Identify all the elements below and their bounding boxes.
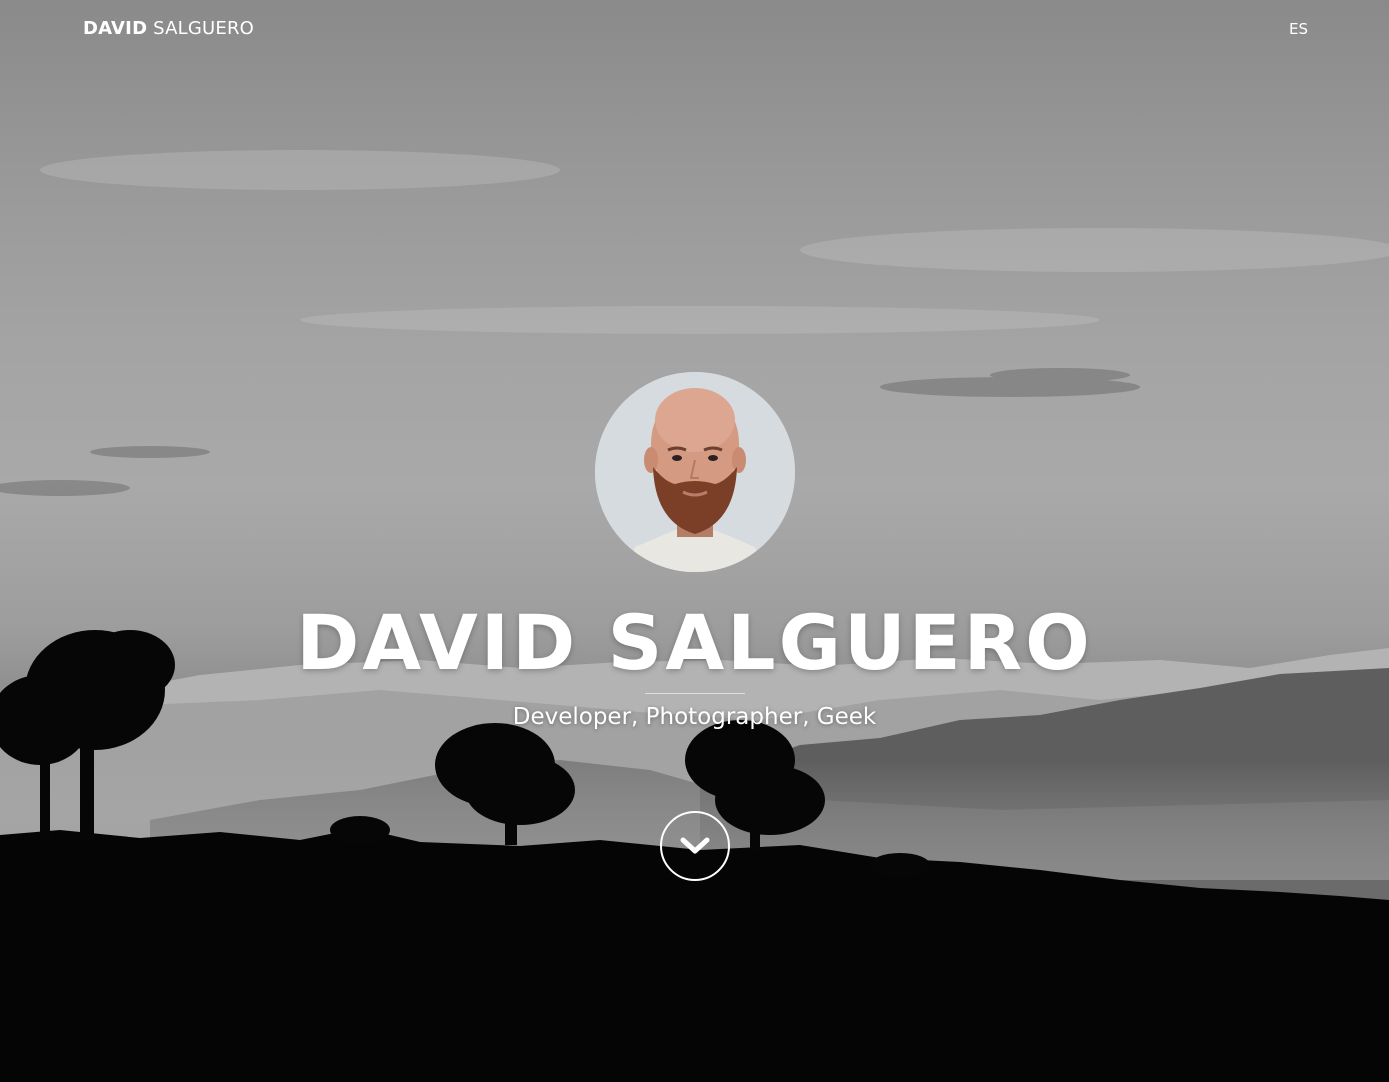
hero-page: DAVID SALGUERO ES DAVID SALGUERO Develop… xyxy=(0,0,1389,1082)
clouds xyxy=(0,368,1140,496)
hero-subtitle: Developer, Photographer, Geek xyxy=(512,704,877,730)
navbar: DAVID SALGUERO ES xyxy=(0,0,1389,58)
language-switch-link[interactable]: ES xyxy=(1289,19,1308,39)
title-divider xyxy=(645,693,745,694)
brand-link[interactable]: DAVID SALGUERO xyxy=(83,18,254,40)
brand-first-name: DAVID xyxy=(83,18,148,39)
hero-title: DAVID SALGUERO xyxy=(296,598,1093,687)
profile-photo-icon xyxy=(595,372,795,572)
profile-avatar xyxy=(595,372,795,572)
chevron-down-icon xyxy=(680,837,710,854)
scroll-down-button[interactable] xyxy=(660,811,730,881)
brand-last-name: SALGUERO xyxy=(153,18,255,39)
